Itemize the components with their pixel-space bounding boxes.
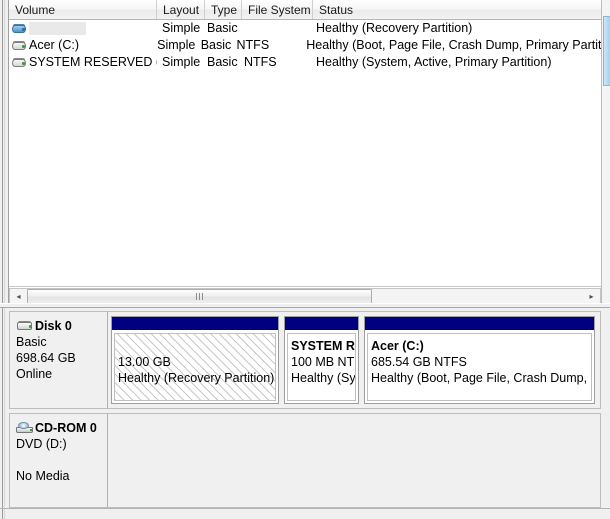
partition-label: SYSTEM RES xyxy=(291,339,355,353)
partition-acer-c[interactable]: Acer (C:) 685.54 GB NTFS Healthy (Boot, … xyxy=(364,316,595,404)
cell-layout: Simple xyxy=(162,55,201,69)
column-header-status-label: Status xyxy=(319,2,354,17)
volume-list-header: Volume Layout Type File System Status xyxy=(9,0,601,20)
graphical-pane-left-frame xyxy=(0,308,9,519)
drive-icon-grey xyxy=(11,56,27,70)
scrollbar-grip-icon xyxy=(196,293,203,300)
partition-status: Healthy (Boot, Page File, Crash Dump, Pr… xyxy=(371,371,591,385)
disk-status: No Media xyxy=(16,469,70,483)
cell-status: Healthy (System, Active, Primary Partiti… xyxy=(316,55,552,69)
partition-body: Acer (C:) 685.54 GB NTFS Healthy (Boot, … xyxy=(367,333,592,401)
partition-size: 685.54 GB NTFS xyxy=(371,355,467,369)
cell-file-system xyxy=(242,20,313,37)
partition-size: 100 MB NTF xyxy=(291,355,355,369)
cell-file-system: NTFS xyxy=(236,38,270,52)
vertical-scrollbar[interactable] xyxy=(601,0,610,307)
column-header-volume[interactable]: Volume xyxy=(9,0,157,19)
column-header-file-system-label: File System xyxy=(248,2,311,17)
column-header-file-system[interactable]: File System xyxy=(242,0,313,19)
disk-info-cdrom0[interactable]: CD-ROM 0 DVD (D:) No Media xyxy=(9,413,108,508)
cell-type: Basic xyxy=(200,38,232,52)
table-row[interactable]: Simple Basic Healthy (Recovery Partition… xyxy=(9,20,601,37)
partition-body: 13.00 GB Healthy (Recovery Partition) xyxy=(114,333,276,401)
cell-volume: SYSTEM RESERVED (M:) xyxy=(9,54,157,71)
volume-list-pane: Volume Layout Type File System Status Si… xyxy=(0,0,610,307)
table-row[interactable]: Acer (C:) Simple Basic NTFS Healthy (Boo… xyxy=(9,37,601,54)
partition-status: Healthy (Recovery Partition) xyxy=(118,371,275,385)
disk-title: CD-ROM 0 xyxy=(35,420,97,435)
disk-management-window: Volume Layout Type File System Status Si… xyxy=(0,0,610,519)
disk0-partition-strip: 13.00 GB Healthy (Recovery Partition) SY… xyxy=(108,311,601,409)
column-header-volume-label: Volume xyxy=(15,2,56,17)
cell-layout: Simple xyxy=(157,38,196,52)
disk-row-disk0[interactable]: Disk 0 Basic 698.64 GB Online 13.00 GB H… xyxy=(9,311,601,409)
volume-list-body[interactable]: Simple Basic Healthy (Recovery Partition… xyxy=(9,20,601,287)
disk-status: Online xyxy=(16,367,53,381)
horizontal-scrollbar-thumb[interactable] xyxy=(27,289,372,304)
cell-type: Basic xyxy=(207,55,238,69)
partition-recovery[interactable]: 13.00 GB Healthy (Recovery Partition) xyxy=(111,316,279,404)
vertical-scrollbar-thumb[interactable] xyxy=(603,16,610,86)
cd-rom-icon xyxy=(16,421,34,434)
horizontal-scrollbar-track[interactable] xyxy=(27,289,583,304)
column-header-type-label: Type xyxy=(211,2,238,17)
disk-info-disk0[interactable]: Disk 0 Basic 698.64 GB Online xyxy=(9,311,108,409)
volume-name: SYSTEM RESERVED (M:) xyxy=(29,55,157,69)
volume-name: Acer (C:) xyxy=(29,38,79,52)
disk-spacer-line xyxy=(16,452,107,468)
graphical-view-pane: Disk 0 Basic 698.64 GB Online 13.00 GB H… xyxy=(0,308,610,519)
cell-volume xyxy=(9,20,157,37)
partition-label xyxy=(118,338,275,354)
partition-body: SYSTEM RES 100 MB NTF Healthy (Sys xyxy=(287,333,356,401)
cdrom0-partition-strip xyxy=(108,413,601,508)
partition-label: Acer (C:) xyxy=(371,339,424,353)
disk-title: Disk 0 xyxy=(35,318,72,333)
cell-file-system: NTFS xyxy=(244,55,277,69)
column-header-type[interactable]: Type xyxy=(205,0,242,19)
partition-system-reserved[interactable]: SYSTEM RES 100 MB NTF Healthy (Sys xyxy=(284,316,359,404)
volume-name xyxy=(29,22,86,35)
table-row[interactable]: SYSTEM RESERVED (M:) Simple Basic NTFS H… xyxy=(9,54,601,71)
cell-status: Healthy (Recovery Partition) xyxy=(316,21,473,35)
column-header-layout-label: Layout xyxy=(163,2,200,17)
cell-volume: Acer (C:) xyxy=(9,37,152,54)
cell-type: Basic xyxy=(207,21,238,35)
cell-status: Healthy (Boot, Page File, Crash Dump, Pr… xyxy=(306,38,601,52)
column-header-layout[interactable]: Layout xyxy=(157,0,205,19)
drive-icon-blue xyxy=(11,22,27,36)
scroll-left-arrow-icon[interactable]: ◂ xyxy=(10,289,27,304)
disk-drive-letter: DVD (D:) xyxy=(16,437,67,451)
partition-status: Healthy (Sys xyxy=(291,371,355,385)
pane-left-frame xyxy=(0,0,9,307)
disk-capacity: 698.64 GB xyxy=(16,351,76,365)
disk-title-row: CD-ROM 0 xyxy=(16,420,107,435)
column-header-status[interactable]: Status xyxy=(313,0,601,19)
partition-size: 13.00 GB xyxy=(118,355,171,369)
partition-header-bar xyxy=(365,317,594,330)
disk-type: Basic xyxy=(16,335,47,349)
cell-layout: Simple xyxy=(162,21,201,35)
partition-header-bar xyxy=(285,317,358,330)
disk-row-cdrom0[interactable]: CD-ROM 0 DVD (D:) No Media xyxy=(9,413,601,508)
scroll-right-arrow-icon[interactable]: ▸ xyxy=(583,289,600,304)
drive-icon-grey xyxy=(11,39,27,53)
partition-header-bar xyxy=(112,317,278,330)
hard-disk-icon xyxy=(16,319,34,332)
disk-title-row: Disk 0 xyxy=(16,318,107,333)
window-bottom-filler xyxy=(0,508,610,519)
